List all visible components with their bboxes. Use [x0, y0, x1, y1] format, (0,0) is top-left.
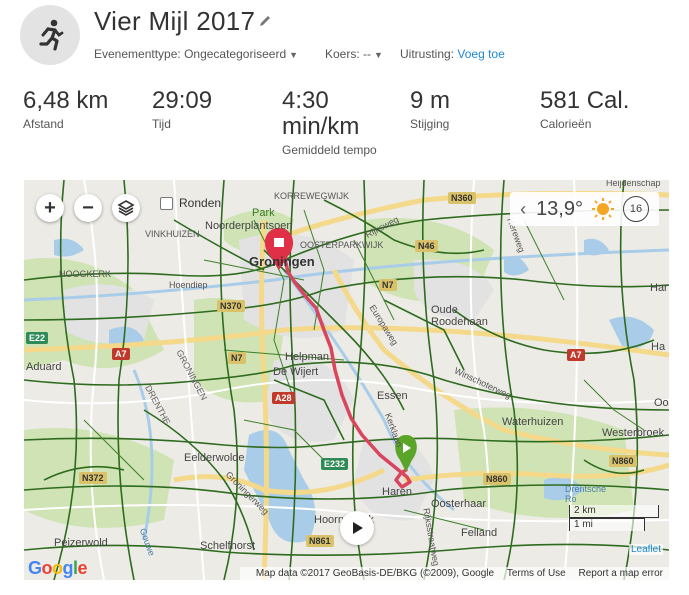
map-label-felland: Felland [461, 527, 498, 539]
stat-value: 29:09 [152, 87, 213, 114]
road-shield: N7 [228, 352, 246, 364]
road-shield: A7 [112, 348, 130, 360]
event-type-selector[interactable]: Evenementtype: Ongecategoriseerd ▼ [94, 47, 298, 61]
road-shield: N861 [306, 535, 334, 547]
road-shield: A7 [567, 349, 585, 361]
course-value: -- [363, 47, 372, 61]
gear-label: Uitrusting: [400, 47, 455, 61]
map-label-de-wijert: De Wijert [273, 366, 319, 378]
map-label-har: Har [650, 282, 668, 294]
zoom-in-button[interactable]: + [36, 194, 64, 222]
map-label-peizerwold: Peizerwold [54, 537, 108, 549]
scale-mi: 1 mi [569, 518, 645, 531]
map-label-westerbroek: Westerbroek [602, 427, 665, 439]
road-shield: N46 [415, 240, 438, 252]
stat-label: Calorieën [540, 117, 592, 131]
rounds-toggle[interactable]: Ronden [160, 196, 221, 210]
weather-temperature: 13,9° [536, 197, 583, 220]
map-label-vinkhuizen: VINKHUIZEN [145, 229, 200, 239]
road-shield: N7 [379, 279, 397, 291]
stat-pace: 4:30 min/km Gemiddeld tempo [282, 87, 377, 158]
map-label-ooster: Ooster [654, 397, 669, 409]
map-label-korrewegwijk: KORREWEGWIJK [274, 191, 350, 201]
map-attribution: Map data ©2017 GeoBasis-DE/BKG (©2009), … [239, 567, 669, 580]
map-scale: 2 km 1 mi [569, 505, 659, 531]
course-label: Koers: [325, 47, 360, 61]
add-gear-link[interactable]: Voeg toe [457, 47, 504, 61]
pencil-icon[interactable] [258, 14, 272, 28]
road-shield: E232 [321, 458, 349, 470]
play-icon [353, 522, 363, 534]
map-label-essen: Essen [377, 390, 408, 402]
road-shield: A28 [272, 392, 295, 404]
stat-value: 9 m [410, 87, 451, 114]
map-label-oosterhaar: Oosterhaar [431, 498, 487, 510]
map-label-hoendiep: Hoendiep [169, 280, 208, 290]
road-shield: N360 [448, 192, 476, 204]
weather-widget: ‹ 13,9° 16 [510, 192, 659, 226]
stat-label: Afstand [23, 117, 64, 131]
stat-value: 6,48 km [23, 87, 109, 114]
stat-elevation: 9 m Stijging [410, 87, 451, 132]
layers-button[interactable] [112, 194, 140, 222]
rounds-label: Ronden [179, 196, 222, 210]
event-type-value: Ongecategoriseerd [184, 47, 287, 61]
stat-label: Stijging [410, 117, 450, 131]
activity-title: Vier Mijl 2017 [94, 6, 256, 36]
road-shield: N860 [483, 473, 511, 485]
map-label-schelfhorst: Schelfhorst [200, 540, 256, 552]
map-label-hoogkerk: HOOGKERK [59, 269, 112, 279]
caret-down-icon: ▼ [374, 50, 383, 60]
runner-icon [39, 19, 64, 51]
report-error-link[interactable]: Report a map error [579, 568, 663, 579]
map-label-oude-roodehaan: Oude Roodehaan [431, 304, 488, 328]
map-label-heijdenschap: Heijdenschap [606, 180, 661, 188]
map-label-ha: Ha [651, 341, 666, 353]
road-shield: N370 [217, 300, 245, 312]
event-type-label: Evenementtype: [94, 47, 181, 61]
map-label-eelderwolde: Eelderwolde [184, 452, 245, 464]
gear-field: Uitrusting: Voeg toe [400, 47, 505, 61]
map-label-groningen: Groningen [249, 254, 315, 269]
layers-icon [117, 200, 135, 216]
scale-km: 2 km [569, 505, 659, 518]
map-label-drentsche: Drentsche Ro [565, 484, 607, 504]
google-logo: Google [28, 558, 88, 578]
route-map[interactable]: Groningen Noorderplantsoen Park VINKHUIZ… [24, 180, 669, 580]
stat-value: 4:30 min/km [282, 87, 360, 140]
map-label-park: Park [252, 207, 275, 219]
road-shield: E22 [26, 332, 49, 344]
caret-down-icon: ▼ [289, 50, 299, 60]
map-label-aduard: Aduard [26, 361, 62, 373]
map-label-haren: Haren [382, 486, 412, 498]
map-label-noorderplantsoen: Noorderplantsoen [205, 220, 293, 232]
play-route-button[interactable] [340, 511, 374, 545]
map-label-oosterparkwijk: OOSTERPARKWIJK [300, 240, 384, 250]
terms-link[interactable]: Terms of Use [507, 568, 566, 579]
wind-indicator: 16 [623, 196, 649, 222]
stat-calories: 581 Cal. Calorieën [540, 87, 630, 132]
rounds-checkbox[interactable] [160, 196, 173, 210]
course-selector[interactable]: Koers: -- ▼ [325, 47, 383, 61]
map-label-waterhuizen: Waterhuizen [502, 416, 564, 428]
zoom-out-button[interactable]: − [74, 194, 102, 222]
chevron-left-icon[interactable]: ‹ [520, 199, 526, 220]
stat-distance: 6,48 km Afstand [23, 87, 109, 132]
attribution-text: Map data ©2017 GeoBasis-DE/BKG (©2009), … [255, 568, 495, 579]
road-shield: N860 [609, 455, 637, 467]
stat-time: 29:09 Tijd [152, 87, 213, 132]
activity-type-avatar [20, 5, 80, 65]
sun-icon [592, 198, 614, 220]
stat-value: 581 Cal. [540, 87, 630, 114]
wind-speed: 16 [629, 203, 643, 215]
stat-label: Tijd [152, 117, 171, 131]
map-label-helpman: Helpman [285, 351, 330, 363]
stat-label: Gemiddeld tempo [282, 143, 377, 157]
road-shield: N372 [79, 472, 107, 484]
leaflet-link[interactable]: Leaflet [628, 544, 663, 555]
